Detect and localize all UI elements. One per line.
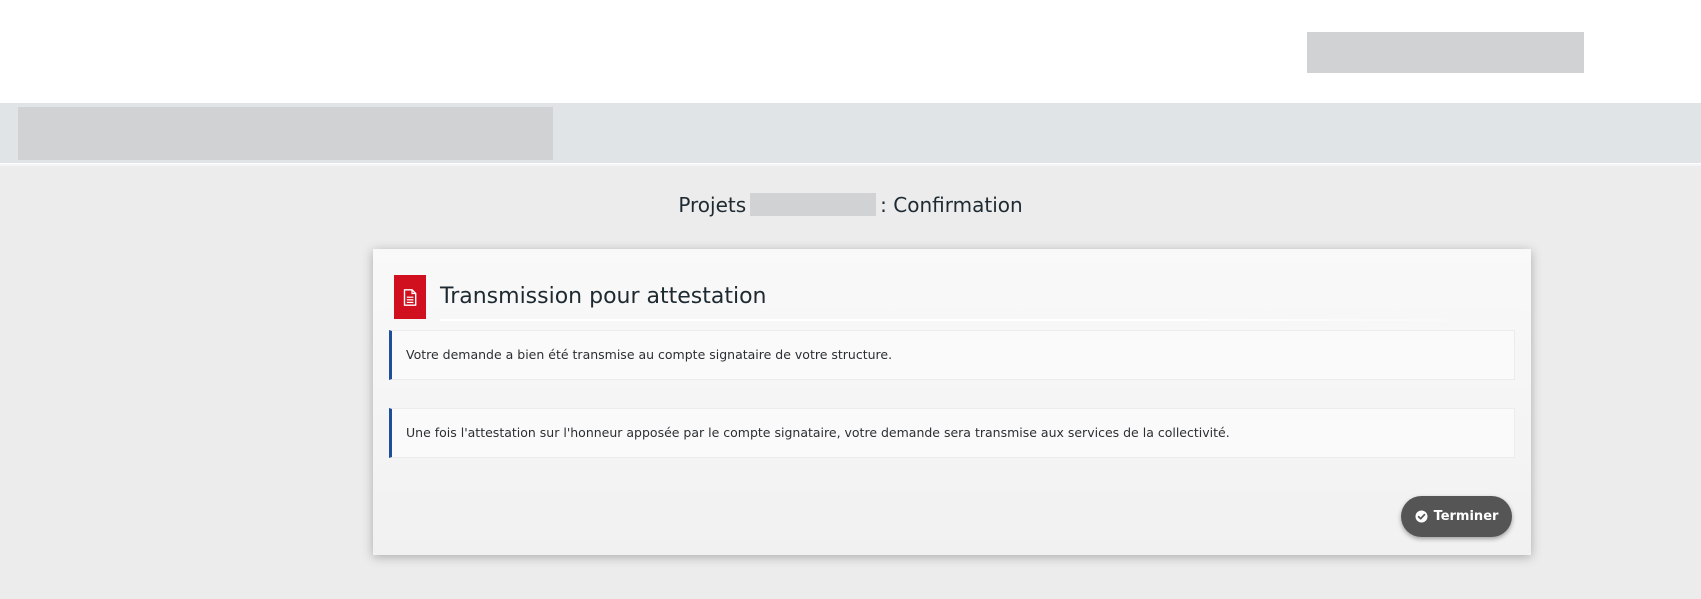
- top-header: [0, 0, 1701, 103]
- header-divider: [440, 319, 1509, 321]
- navigation-bar: [0, 103, 1701, 164]
- redacted-project-name: [750, 193, 877, 216]
- page-title: Projets : Confirmation: [0, 190, 1701, 220]
- card-title: Transmission pour attestation: [440, 284, 767, 309]
- page-title-suffix: : Confirmation: [880, 193, 1023, 217]
- finish-button[interactable]: Terminer: [1401, 496, 1512, 537]
- redacted-user-area: [1307, 32, 1584, 73]
- card-header: Transmission pour attestation: [394, 275, 1509, 321]
- file-text-icon: [394, 275, 426, 319]
- notice-next-step: Une fois l'attestation sur l'honneur app…: [389, 408, 1515, 458]
- page-title-prefix: Projets: [678, 193, 747, 217]
- notice-transmitted: Votre demande a bien été transmise au co…: [389, 330, 1515, 380]
- finish-button-label: Terminer: [1433, 509, 1499, 524]
- check-circle-icon: [1415, 510, 1428, 523]
- confirmation-card: Transmission pour attestation Votre dema…: [373, 249, 1531, 555]
- redacted-breadcrumb: [18, 107, 553, 160]
- navbar-divider: [0, 164, 1701, 166]
